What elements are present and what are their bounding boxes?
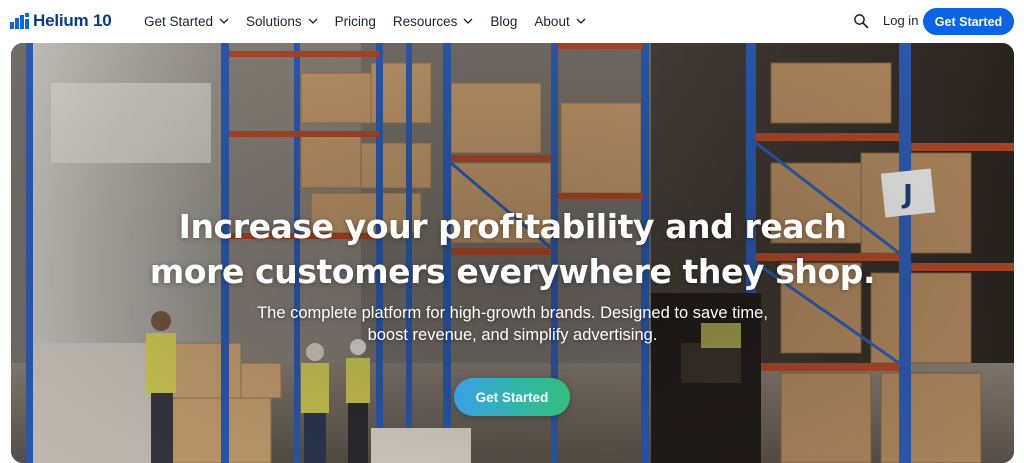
search-icon[interactable] — [853, 13, 869, 29]
get-started-header-button[interactable]: Get Started — [923, 8, 1014, 35]
site-header: Helium 10 Get Started Solutions Pricing … — [0, 0, 1024, 42]
nav-get-started[interactable]: Get Started — [144, 14, 229, 29]
nav-blog[interactable]: Blog — [490, 14, 517, 29]
chevron-down-icon — [463, 18, 473, 24]
nav-about[interactable]: About — [534, 13, 586, 29]
hero-title-plain: more customers — [149, 252, 457, 291]
nav-pricing[interactable]: Pricing — [335, 14, 376, 29]
nav-get-started-label: Get Started — [144, 13, 214, 29]
nav-resources[interactable]: Resources — [393, 14, 474, 29]
hero-title-line2: more customers everywhere they shop. — [11, 250, 1014, 294]
hero-title-bold: everywhere they shop. — [456, 252, 876, 291]
chevron-down-icon — [576, 18, 586, 24]
brand-logo[interactable]: Helium 10 — [10, 11, 112, 31]
helium10-logo-icon — [10, 13, 29, 29]
hero-subtitle-line2: boost revenue, and simplify advertising. — [367, 326, 658, 344]
hero-section: J Increase your profitability and reach … — [11, 43, 1014, 463]
nav-pricing-label: Pricing — [334, 13, 376, 29]
nav-about-label: About — [534, 13, 570, 29]
brand-name: Helium 10 — [33, 11, 112, 30]
nav-blog-label: Blog — [490, 13, 518, 29]
hero-subtitle-line1: The complete platform for high-growth br… — [257, 304, 768, 322]
nav-solutions[interactable]: Solutions — [246, 14, 318, 29]
hero-title-line1: Increase your profitability and reach — [178, 207, 847, 246]
login-link[interactable]: Log in — [883, 13, 918, 28]
nav-solutions-label: Solutions — [246, 13, 302, 29]
nav-resources-label: Resources — [392, 13, 458, 29]
chevron-down-icon — [219, 18, 229, 24]
get-started-hero-button[interactable]: Get Started — [454, 378, 570, 416]
chevron-down-icon — [308, 18, 318, 24]
main-nav: Get Started Solutions Pricing Resources … — [144, 0, 603, 42]
